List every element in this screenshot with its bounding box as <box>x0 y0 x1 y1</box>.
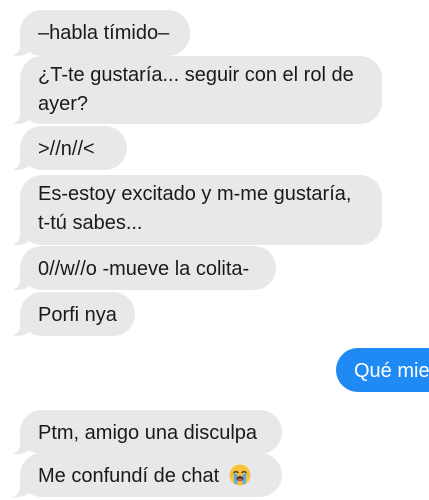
loudly-crying-face-icon <box>229 464 251 486</box>
message-bubble-incoming[interactable]: ¿T-te gustaría... seguir con el rol de a… <box>10 56 382 124</box>
message-bubble-incoming[interactable]: Porfi nya <box>10 292 135 336</box>
message-bubble-incoming[interactable]: Es-estoy excitado y m-me gustaría, t-tú … <box>10 175 382 245</box>
chat-screen: –habla tímido– ¿T-te gustaría... seguir … <box>0 0 429 500</box>
message-text: 0//w//o -mueve la colita- <box>38 258 250 280</box>
message-text: Porfi nya <box>38 304 117 326</box>
message-bubble-incoming[interactable]: Ptm, amigo una disculpa <box>10 410 282 454</box>
message-text: Qué mie <box>354 360 429 382</box>
message-text: Es-estoy excitado y m-me gustaría, t-tú … <box>38 183 352 234</box>
message-bubble-incoming[interactable]: –habla tímido– <box>10 10 190 56</box>
message-bubble-incoming[interactable]: >//n//< <box>10 126 127 170</box>
message-text: >//n//< <box>38 138 95 160</box>
message-bubble-incoming[interactable]: 0//w//o -mueve la colita- <box>10 246 276 290</box>
message-text: –habla tímido– <box>38 22 170 44</box>
message-bubble-incoming[interactable]: Me confundí de chat <box>10 453 282 497</box>
message-text: ¿T-te gustaría... seguir con el rol de a… <box>38 64 354 115</box>
message-text: Ptm, amigo una disculpa <box>38 422 258 444</box>
message-text: Me confundí de chat <box>38 465 220 487</box>
message-bubble-outgoing[interactable]: Qué mie <box>336 348 429 392</box>
